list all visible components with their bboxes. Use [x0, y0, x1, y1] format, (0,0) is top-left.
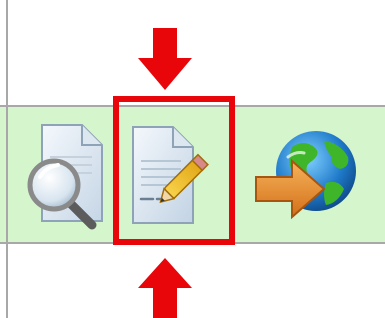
globe-arrow-icon [255, 131, 356, 220]
preview-document-button[interactable] [20, 117, 120, 233]
arrow-down-icon [138, 28, 192, 90]
table-cell-below [8, 244, 385, 318]
screenshot-canvas [0, 0, 385, 318]
document-magnifier-icon [27, 124, 103, 230]
highlight-box [113, 96, 235, 245]
arrow-up-icon [138, 258, 192, 318]
table-left-border [6, 0, 8, 318]
table-cell-above [8, 0, 385, 105]
publish-web-button[interactable] [252, 117, 364, 233]
